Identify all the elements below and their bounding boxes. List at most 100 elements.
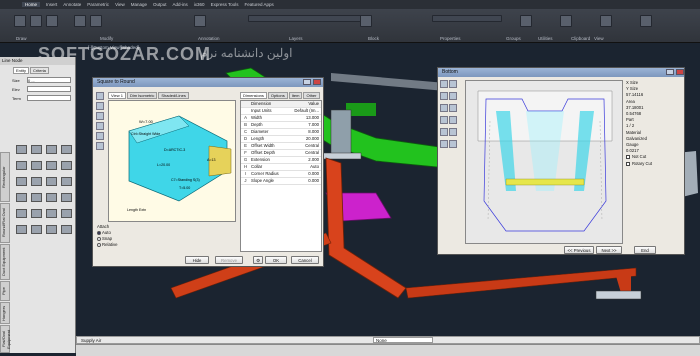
settings-icon[interactable]: ⚙ (253, 256, 263, 264)
fitting-vane-icon[interactable] (61, 225, 72, 234)
tool-palette[interactable]: Line Node Entity Criteria Size 0 ... Ele… (0, 57, 76, 353)
fitting-shoe-icon[interactable] (61, 161, 72, 170)
close-button[interactable] (313, 79, 321, 85)
attach-snap-radio[interactable]: Snap (97, 236, 118, 241)
tab-entity[interactable]: Entity (13, 67, 30, 74)
move-tool-icon[interactable] (74, 15, 86, 27)
side-tab-hangers[interactable]: Hangers (0, 302, 10, 324)
ribbon-group-block[interactable]: Block (368, 36, 379, 41)
ribbon-group-properties[interactable]: Properties (440, 36, 461, 41)
side-tab-pipe[interactable]: Pipe (0, 281, 10, 301)
text-a-icon[interactable] (96, 112, 104, 120)
fitting-transition-icon[interactable] (46, 161, 57, 170)
notch-icon[interactable] (440, 128, 448, 136)
fitting-ogee-icon[interactable] (31, 209, 42, 218)
layer-dropdown[interactable] (248, 15, 368, 22)
grid-row[interactable]: C Diameter 8.000 (241, 129, 321, 136)
tab-criteria[interactable]: Criteria (30, 67, 49, 74)
group-icon[interactable] (520, 15, 532, 27)
side-tab-flat-oval-equipment[interactable]: Flat/Oval Equipment (0, 325, 11, 353)
ribbon-group-draw[interactable]: Draw (16, 36, 27, 41)
ribbon-group-groups[interactable]: Groups (506, 36, 521, 41)
side-tab-rectangular[interactable]: Rectangular (0, 152, 10, 202)
pointer-icon[interactable] (440, 80, 448, 88)
ribbon-group-clipboard[interactable]: Clipboard (571, 36, 590, 41)
tab-dim-isometric[interactable]: Dim Isometric (126, 92, 158, 99)
fitting-splitter-icon[interactable] (46, 225, 57, 234)
hide-button[interactable]: Hide (185, 256, 209, 264)
grid-row[interactable]: F Offset Depth Central (241, 150, 321, 157)
checkbox-rotary-cut[interactable]: Rotary Cut (626, 161, 682, 167)
text-tool-icon[interactable] (194, 15, 206, 27)
ribbon-tab-view[interactable]: View (115, 2, 125, 7)
ribbon-tab-express-tools[interactable]: Express Tools (211, 2, 239, 7)
grid-cell-value[interactable]: 0.000 (288, 178, 321, 184)
fitting-access-door-icon[interactable] (61, 209, 72, 218)
ribbon-tab-annotate[interactable]: Annotate (63, 2, 81, 7)
zoom-out-icon[interactable] (449, 92, 457, 100)
fitting-elbow-icon[interactable] (31, 145, 42, 154)
ribbon-tab-parametric[interactable]: Parametric (87, 2, 109, 7)
command-line[interactable] (76, 344, 700, 356)
close-button[interactable] (676, 69, 684, 75)
fitting-straight-icon[interactable] (16, 145, 27, 154)
fitting-damper-icon[interactable] (46, 177, 57, 186)
grid-row[interactable]: I Corner Radius 0.000 (241, 171, 321, 178)
tab-view-1[interactable]: View 1 (108, 92, 126, 99)
insert-block-icon[interactable] (360, 15, 372, 27)
print-icon[interactable] (449, 140, 457, 148)
ribbon-group-annotation[interactable]: Annotation (198, 36, 220, 41)
mirror-icon[interactable] (449, 116, 457, 124)
tab-shaded-lines[interactable]: Shaded/Lines (158, 92, 189, 99)
fitting-plenum-icon[interactable] (61, 177, 72, 186)
fitting-offset-icon[interactable] (16, 161, 27, 170)
ribbon-tab-featured-apps[interactable]: Featured Apps (245, 2, 274, 7)
minimize-button[interactable] (666, 69, 674, 75)
dimension-icon[interactable] (96, 142, 104, 150)
ribbon-tab-output[interactable]: Output (153, 2, 167, 7)
grid-row[interactable]: J Slope Angle 0.000 (241, 178, 321, 185)
tab-dimensions[interactable]: Dimensions (240, 92, 267, 99)
ribbon-group-modify[interactable]: Modify (100, 36, 113, 41)
fitting-branch-icon[interactable] (16, 193, 27, 202)
rotate-icon[interactable] (96, 122, 104, 130)
square-to-round-dialog[interactable]: Square to Round View 1 Dim Isometric Sha… (92, 77, 324, 267)
fitting-takeoff-icon[interactable] (46, 209, 57, 218)
tab-options[interactable]: Options (267, 92, 288, 99)
fitting-end-cap-icon[interactable] (31, 225, 42, 234)
grid-cell-value[interactable]: 7.000 (288, 122, 321, 128)
line-icon[interactable] (449, 80, 457, 88)
rotate-tool-icon[interactable] (90, 15, 102, 27)
dimension-icon[interactable] (440, 116, 448, 124)
seam-icon[interactable] (449, 128, 457, 136)
grid-icon[interactable] (440, 140, 448, 148)
grid-cell-value[interactable]: 0.000 (288, 171, 321, 177)
ribbon-tab-home[interactable]: Home (22, 2, 41, 7)
fitting-collar-icon[interactable] (16, 225, 27, 234)
ribbon-tab-manage[interactable]: Manage (131, 2, 147, 7)
fitting-wye-icon[interactable] (31, 193, 42, 202)
fitting-radius-elbow-icon[interactable] (16, 209, 27, 218)
grid-cell-value[interactable]: Default (Im... (288, 108, 321, 114)
grid-row[interactable]: E Offset Width Central (241, 143, 321, 150)
grid-row[interactable]: A Width 13.000 (241, 115, 321, 122)
term-field[interactable] (27, 95, 71, 101)
grid-cell-value[interactable]: 2.000 (288, 157, 321, 163)
next-button[interactable]: Next >> (596, 246, 622, 254)
circle-tool-icon[interactable] (46, 15, 58, 27)
elev-field[interactable] (27, 86, 71, 92)
grid-row[interactable]: B Depth 7.000 (241, 122, 321, 129)
fitting-hood-icon[interactable] (61, 193, 72, 202)
ribbon-tab-add-ins[interactable]: Add-ins (173, 2, 188, 7)
view-icon[interactable] (640, 15, 652, 27)
grid-row[interactable]: H Collar Auto (241, 164, 321, 171)
fitting-reducer-icon[interactable] (61, 145, 72, 154)
grid-cell-value[interactable]: Central (288, 143, 321, 149)
orange-pipe-main[interactable] (325, 157, 407, 299)
pan-icon[interactable] (96, 102, 104, 110)
ribbon-group-utilities[interactable]: Utilities (538, 36, 553, 41)
ribbon-tab-ix360[interactable]: ix360 (194, 2, 205, 7)
size-field[interactable]: 0 ... (27, 77, 71, 83)
polyline-tool-icon[interactable] (30, 15, 42, 27)
fitting-tee-icon[interactable] (46, 145, 57, 154)
